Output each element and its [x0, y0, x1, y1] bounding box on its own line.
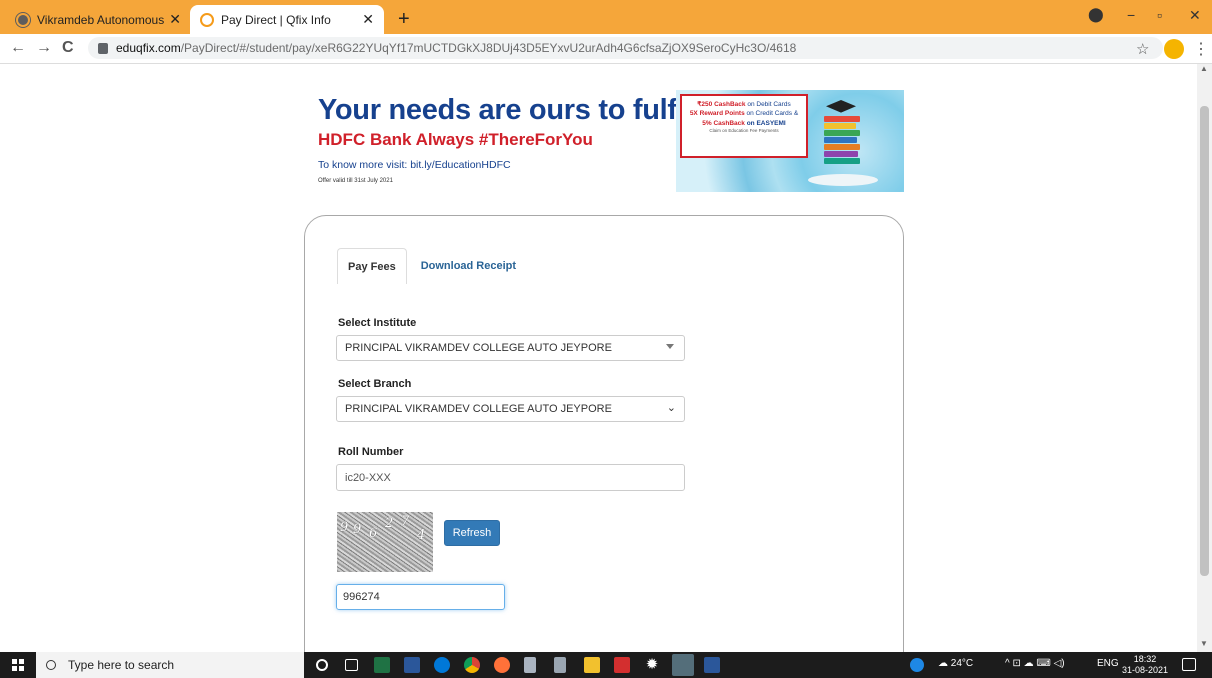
settings-gear-icon[interactable]: ✹ [644, 657, 660, 673]
banner-subline: HDFC Bank Always #ThereForYou [318, 130, 593, 149]
lock-icon [98, 42, 108, 54]
record-icon[interactable]: ⬤ [1088, 6, 1104, 23]
forward-button[interactable]: → [36, 39, 52, 57]
chrome-active-icon[interactable] [672, 654, 694, 676]
browser-tabstrip: Vikramdeb Autonomous Colleg ✕ Pay Direct… [0, 0, 1212, 34]
taskbar-clock[interactable]: 18:32 31-08-2021 [1122, 654, 1168, 676]
page-scrollbar[interactable]: ▲ ▼ [1197, 64, 1212, 652]
branch-select-value: PRINCIPAL VIKRAMDEV COLLEGE AUTO JEYPORE [345, 403, 612, 415]
captcha-char: 9 [353, 522, 362, 537]
banner-valid-text: Offer valid till 31st July 2021 [318, 178, 393, 184]
institute-select[interactable]: PRINCIPAL VIKRAMDEV COLLEGE AUTO JEYPORE [336, 335, 685, 361]
offer-text: 5% CashBack [702, 119, 745, 127]
clock-date: 31-08-2021 [1122, 665, 1169, 675]
url-path: /PayDirect/#/student/pay/xeR6G22YUqYf17m… [180, 41, 797, 55]
minimize-button[interactable]: − [1127, 7, 1135, 23]
calculator-icon[interactable] [554, 657, 566, 673]
fee-payment-card: Pay Fees Download Receipt Select Institu… [304, 215, 904, 652]
windows-taskbar: Type here to search ✹ ☁ 24°C ^ ⊡ ☁ ⌨ ◁) … [0, 652, 1212, 678]
firefox-icon[interactable] [494, 657, 510, 673]
captcha-input[interactable]: 996274 [336, 584, 505, 610]
scroll-up-icon[interactable]: ▲ [1200, 64, 1208, 73]
browser-tab-vikramdeb[interactable]: Vikramdeb Autonomous Colleg ✕ [6, 5, 191, 34]
offer-text: on EASYEMI [744, 119, 786, 127]
help-icon[interactable] [910, 658, 924, 672]
offer-small-text: Claim on Education Fee Payments [709, 128, 779, 134]
search-icon [46, 660, 56, 670]
chevron-down-icon: ⌄ [666, 402, 676, 414]
caret-down-icon [666, 344, 674, 349]
close-tab-icon[interactable]: ✕ [169, 11, 181, 28]
offer-box: ₹250 CashBack on Debit Cards 5X Reward P… [680, 94, 808, 158]
back-button[interactable]: ← [10, 39, 26, 57]
browser-toolbar: ← → C eduqfix.com/PayDirect/#/student/pa… [0, 34, 1212, 64]
banner-visit-text: To know more visit: bit.ly/EducationHDFC [318, 159, 511, 171]
tab-pay-fees[interactable]: Pay Fees [337, 248, 407, 284]
captcha-refresh-button[interactable]: Refresh [444, 520, 500, 546]
excel-icon[interactable] [374, 657, 390, 673]
edge-icon[interactable] [434, 657, 450, 673]
form-tabs: Pay Fees Download Receipt [337, 248, 526, 284]
captcha-char: 2 [385, 516, 394, 531]
tab-download-receipt[interactable]: Download Receipt [407, 248, 526, 284]
globe-icon [16, 12, 30, 27]
qfix-logo-icon [200, 12, 214, 27]
branch-select[interactable]: PRINCIPAL VIKRAMDEV COLLEGE AUTO JEYPORE… [336, 396, 685, 422]
clock-time: 18:32 [1133, 654, 1157, 664]
hdfc-banner[interactable]: Your needs are ours to fulfil HDFC Bank … [308, 86, 904, 194]
graduation-cap-icon [826, 100, 856, 113]
tray-icons[interactable]: ^ ⊡ ☁ ⌨ ◁) [1005, 658, 1065, 669]
weather-temp: 24°C [950, 658, 974, 669]
chrome-icon[interactable] [464, 657, 480, 673]
windows-start-icon[interactable] [12, 659, 24, 671]
banner-graphic: ₹250 CashBack on Debit Cards 5X Reward P… [676, 90, 904, 192]
tab-title: Vikramdeb Autonomous Colleg [37, 12, 165, 27]
offer-text: on Debit Cards [745, 101, 791, 108]
offer-text: ₹250 CashBack [697, 101, 746, 108]
roll-number-label: Roll Number [338, 446, 404, 458]
word-open-icon[interactable] [704, 657, 720, 673]
captcha-char: 6 [369, 526, 378, 541]
offer-text: on Credit Cards & [744, 110, 799, 118]
new-tab-button[interactable]: + [398, 8, 410, 31]
close-tab-icon[interactable]: ✕ [362, 11, 374, 28]
file-explorer-icon[interactable] [584, 657, 600, 673]
task-view-icon[interactable] [345, 659, 358, 671]
roll-number-input[interactable]: ic20-XXX [336, 464, 685, 491]
restore-button[interactable]: ▫ [1157, 7, 1162, 23]
taskbar-search-placeholder: Type here to search [68, 658, 175, 672]
browser-menu-icon[interactable]: ⋮ [1193, 39, 1209, 59]
taskbar-search[interactable]: Type here to search [36, 652, 304, 678]
word-icon[interactable] [404, 657, 420, 673]
page-content: Your needs are ours to fulfil HDFC Bank … [0, 64, 1197, 652]
select-branch-label: Select Branch [338, 378, 412, 390]
close-window-button[interactable]: ✕ [1189, 7, 1201, 24]
notification-icon[interactable] [1182, 658, 1196, 671]
books-stack-icon [824, 116, 860, 172]
browser-tab-pay-direct[interactable]: Pay Direct | Qfix Info ✕ [190, 5, 384, 34]
bookmark-star-icon[interactable]: ☆ [1136, 40, 1149, 58]
scroll-down-icon[interactable]: ▼ [1200, 639, 1208, 648]
reload-button[interactable]: C [62, 39, 74, 57]
captcha-char: 7 [401, 514, 410, 529]
acrobat-icon[interactable] [614, 657, 630, 673]
weather-text[interactable]: ☁ 24°C [938, 658, 973, 669]
url-host: eduqfix.com [116, 41, 181, 55]
language-indicator[interactable]: ENG [1097, 658, 1119, 669]
banner-headline: Your needs are ours to fulfil [318, 94, 693, 126]
select-institute-label: Select Institute [338, 317, 417, 329]
offer-text: 5X Reward Points [689, 110, 745, 118]
tab-title: Pay Direct | Qfix Info [221, 12, 331, 27]
profile-avatar[interactable] [1164, 39, 1184, 59]
captcha-char: 9 [340, 520, 349, 535]
captcha-char: 4 [417, 528, 426, 543]
pedestal-graphic [808, 174, 878, 186]
address-bar[interactable]: eduqfix.com/PayDirect/#/student/pay/xeR6… [88, 37, 1163, 59]
app-icon[interactable] [524, 657, 536, 673]
scrollbar-thumb[interactable] [1200, 106, 1209, 576]
captcha-image: 9 9 6 2 7 4 [337, 512, 433, 572]
institute-select-value: PRINCIPAL VIKRAMDEV COLLEGE AUTO JEYPORE [345, 342, 612, 354]
cortana-icon[interactable] [316, 659, 328, 671]
